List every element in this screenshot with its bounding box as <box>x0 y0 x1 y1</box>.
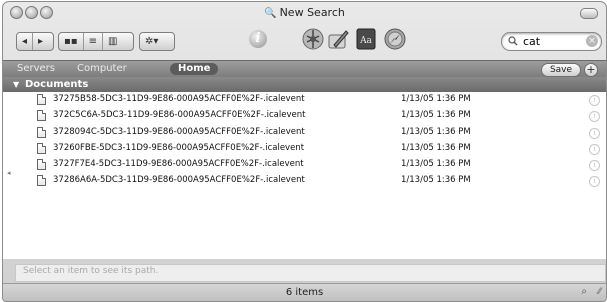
list-item[interactable]: 37286A6A-5DC3-11D9-9E86-000A95ACFF0E%2F-… <box>3 173 606 189</box>
toolbar: ◂ ▸ ▪▪ ≡ ▥ ✲▾ i Aa cat × <box>3 24 606 60</box>
info-icon[interactable]: i <box>589 160 600 172</box>
file-name: 372C5C6A-5DC3-11D9-9E86-000A95ACFF0E%2F-… <box>53 110 306 121</box>
file-date: 1/13/05 1:36 PM <box>401 126 471 137</box>
file-date: 1/13/05 1:36 PM <box>401 94 471 104</box>
back-forward-control: ◂ ▸ <box>16 32 54 51</box>
list-item[interactable]: 3728094C-5DC3-11D9-9E86-000A95ACFF0E%2F-… <box>3 125 606 141</box>
pencil-icon[interactable] <box>326 27 350 51</box>
document-icon <box>37 126 46 138</box>
clear-search-icon[interactable]: × <box>586 35 598 47</box>
document-icon <box>37 159 46 171</box>
search-icon <box>508 36 518 46</box>
file-date: 1/13/05 1:36 PM <box>401 159 471 170</box>
resize-grip-icon[interactable]: ⁄⁄ <box>598 287 601 297</box>
scope-home[interactable]: Home <box>170 63 219 75</box>
file-name: 37260FBE-5DC3-11D9-9E86-000A95ACFF0E%2F-… <box>53 142 305 153</box>
network-icon[interactable] <box>301 27 325 51</box>
dictionary-icon[interactable]: Aa <box>354 27 378 51</box>
list-item[interactable]: 37275B58-5DC3-11D9-9E86-000A95ACFF0E%2F-… <box>3 92 606 108</box>
results-list: ▼ Documents 37275B58-5DC3-11D9-9E86-000A… <box>3 77 606 259</box>
icon-view-button[interactable]: ▪▪ <box>59 33 83 50</box>
scope-computer[interactable]: Computer <box>77 63 127 75</box>
info-icon[interactable]: i <box>589 143 600 155</box>
magnifier-icon: 🔍 <box>264 8 277 19</box>
file-name: 3727F7E4-5DC3-11D9-9E86-000A95ACFF0E%2F-… <box>53 159 304 170</box>
document-icon <box>37 175 46 187</box>
path-hint: Select an item to see its path. <box>23 266 159 276</box>
status-bar: 6 items ⌕ ⁄⁄ <box>3 283 606 301</box>
file-date: 1/13/05 1:36 PM <box>401 110 471 121</box>
gear-icon: ✲▾ <box>145 36 159 47</box>
title-bar[interactable]: 🔍 New Search <box>3 2 606 24</box>
disclosure-triangle-icon[interactable]: ▼ <box>13 77 19 92</box>
view-mode-control: ▪▪ ≡ ▥ <box>58 32 134 51</box>
list-view-button[interactable]: ≡ <box>84 33 102 50</box>
list-item[interactable]: 372C5C6A-5DC3-11D9-9E86-000A95ACFF0E%2F-… <box>3 108 606 124</box>
document-icon <box>37 94 46 105</box>
toolbar-toggle-button[interactable] <box>580 8 598 19</box>
list-item[interactable]: 37260FBE-5DC3-11D9-9E86-000A95ACFF0E%2F-… <box>3 141 606 157</box>
scope-bar: Servers Computer Home Save + <box>3 60 606 77</box>
column-view-button[interactable]: ▥ <box>103 33 122 50</box>
document-icon <box>37 110 46 122</box>
forward-button[interactable]: ▸ <box>33 33 48 50</box>
path-bar: Select an item to see its path. <box>15 264 606 282</box>
file-name: 37286A6A-5DC3-11D9-9E86-000A95ACFF0E%2F-… <box>53 175 305 186</box>
info-icon[interactable]: i <box>589 95 600 106</box>
info-icon[interactable]: i <box>589 176 600 188</box>
search-field[interactable]: × <box>501 32 602 51</box>
window-title: 🔍 New Search <box>264 6 345 19</box>
slideshow-icon[interactable]: ⌕ <box>581 286 587 297</box>
file-date: 1/13/05 1:36 PM <box>401 142 471 153</box>
split-handle-icon[interactable]: ◂ <box>7 169 11 177</box>
back-button[interactable]: ◂ <box>17 33 32 50</box>
search-input[interactable] <box>523 34 583 48</box>
file-name: 37275B58-5DC3-11D9-9E86-000A95ACFF0E%2F-… <box>53 94 305 104</box>
item-count: 6 items <box>285 287 324 298</box>
finder-window: 🔍 New Search ◂ ▸ ▪▪ ≡ ▥ ✲▾ i Aa cat × Se… <box>2 1 607 302</box>
scope-servers[interactable]: Servers <box>17 63 55 75</box>
info-icon[interactable]: i <box>589 111 600 123</box>
list-item[interactable]: 3727F7E4-5DC3-11D9-9E86-000A95ACFF0E%2F-… <box>3 157 606 173</box>
result-rows: 37275B58-5DC3-11D9-9E86-000A95ACFF0E%2F-… <box>3 92 606 190</box>
info-icon[interactable]: i <box>589 127 600 139</box>
save-search-button[interactable]: Save <box>541 63 581 77</box>
info-icon[interactable]: i <box>249 30 267 48</box>
group-header-documents[interactable]: ▼ Documents <box>3 77 606 92</box>
document-icon <box>37 142 46 154</box>
safari-icon[interactable] <box>383 27 407 51</box>
file-name: 3728094C-5DC3-11D9-9E86-000A95ACFF0E%2F-… <box>53 126 305 137</box>
svg-text:Aa: Aa <box>359 36 372 46</box>
group-label: Documents <box>25 79 89 90</box>
action-menu-button[interactable]: ✲▾ <box>139 32 175 51</box>
file-date: 1/13/05 1:36 PM <box>401 175 471 186</box>
add-criteria-button[interactable]: + <box>584 63 598 77</box>
